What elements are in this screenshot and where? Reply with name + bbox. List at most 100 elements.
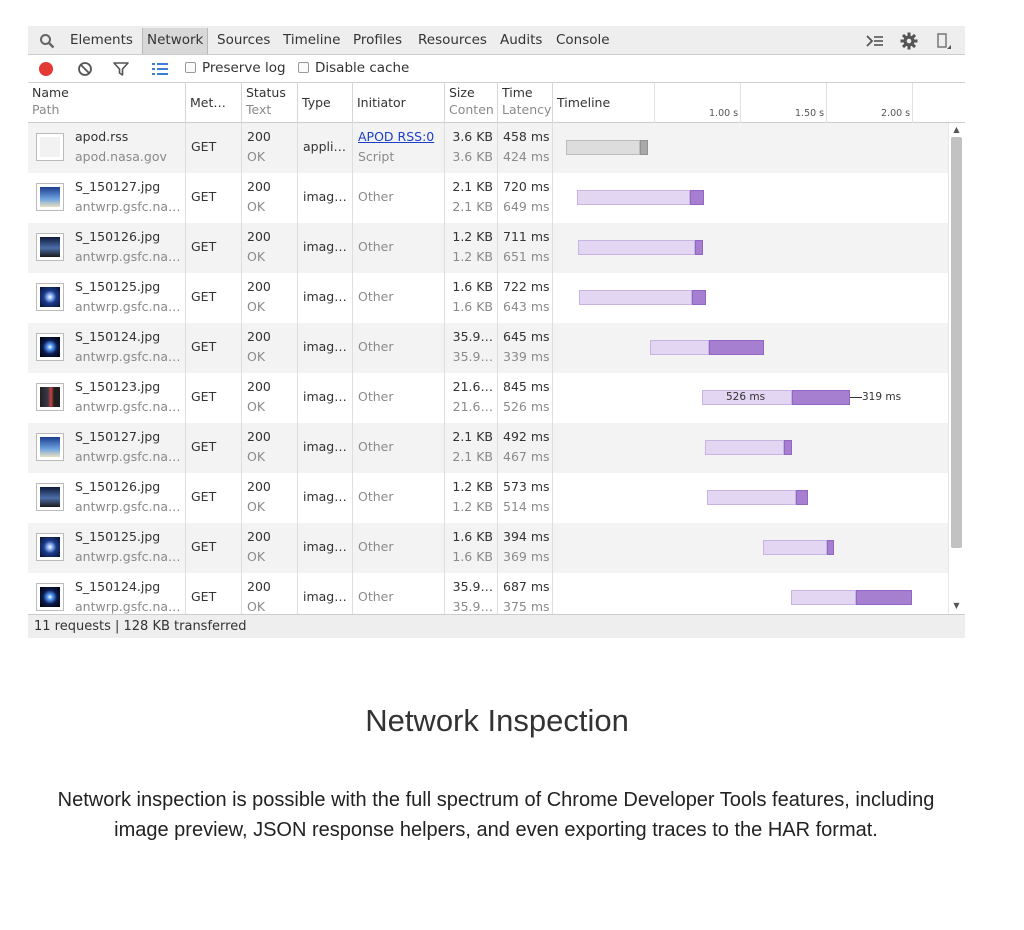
content-size: 3.6 KB (452, 149, 493, 164)
header-timeline-label: Timeline (557, 95, 611, 110)
clear-icon[interactable] (75, 59, 95, 79)
request-name[interactable]: S_150126.jpg (75, 229, 160, 244)
timeline-waiting-bar[interactable] (577, 190, 690, 205)
request-type: imag… (303, 389, 347, 404)
request-name[interactable]: S_150124.jpg (75, 579, 160, 594)
request-name[interactable]: apod.rss (75, 129, 128, 144)
table-row[interactable]: S_150123.jpg antwrp.gsfc.na… GET 200 OK imag…… (28, 373, 948, 423)
name-cell: S_150124.jpg antwrp.gsfc.na… (28, 573, 186, 614)
preserve-log-checkbox[interactable] (185, 62, 196, 73)
table-row[interactable]: S_150126.jpg antwrp.gsfc.na… GET 200 OK imag…… (28, 223, 948, 273)
initiator-link[interactable]: APOD RSS:0 (358, 129, 434, 144)
table-row[interactable]: S_150124.jpg antwrp.gsfc.na… GET 200 OK imag…… (28, 323, 948, 373)
tab-timeline[interactable]: Timeline (283, 32, 340, 48)
size-cell: 1.6 KB 1.6 KB (445, 273, 498, 323)
timeline-tick-label: 1.50 s (795, 108, 825, 119)
timeline-waiting-bar[interactable] (763, 540, 827, 555)
timeline-waiting-bar[interactable] (579, 290, 692, 305)
timeline-waiting-bar[interactable] (566, 140, 640, 155)
status-code: 200 (247, 129, 271, 144)
timeline-waiting-bar[interactable] (707, 490, 796, 505)
search-icon[interactable] (36, 30, 58, 52)
status-text: OK (247, 199, 266, 214)
table-row[interactable]: S_150126.jpg antwrp.gsfc.na… GET 200 OK imag…… (28, 473, 948, 523)
request-name[interactable]: S_150125.jpg (75, 529, 160, 544)
show-drawer-icon[interactable] (864, 30, 886, 52)
initiator-text: Other (358, 589, 394, 604)
tab-console[interactable]: Console (556, 32, 610, 48)
initiator-type: Script (358, 149, 395, 164)
initiator-text: Other (358, 239, 394, 254)
timeline-receiving-bar[interactable] (709, 340, 764, 355)
timeline-receiving-bar[interactable] (784, 440, 792, 455)
table-row[interactable]: S_150127.jpg antwrp.gsfc.na… GET 200 OK imag…… (28, 423, 948, 473)
timeline-waiting-bar[interactable] (705, 440, 784, 455)
timeline-receiving-bar[interactable] (695, 240, 703, 255)
request-name[interactable]: S_150125.jpg (75, 279, 160, 294)
timeline-receiving-bar[interactable] (692, 290, 706, 305)
tab-elements[interactable]: Elements (70, 32, 133, 48)
table-row[interactable]: S_150127.jpg antwrp.gsfc.na… GET 200 OK imag…… (28, 173, 948, 223)
header-name-label: Name (32, 85, 69, 100)
record-icon[interactable] (36, 59, 56, 79)
tab-profiles[interactable]: Profiles (353, 32, 402, 48)
timeline-receiving-bar[interactable] (856, 590, 912, 605)
timeline-waiting-bar[interactable] (650, 340, 709, 355)
column-header-name[interactable]: Name Path (28, 83, 186, 123)
table-row[interactable]: S_150125.jpg antwrp.gsfc.na… GET 200 OK imag…… (28, 273, 948, 323)
timeline-waiting-bar[interactable] (791, 590, 856, 605)
column-header-initiator[interactable]: Initiator (353, 83, 445, 123)
large-rows-icon[interactable] (150, 59, 170, 79)
timeline-receiving-bar[interactable] (690, 190, 704, 205)
scroll-up-arrow[interactable]: ▲ (951, 125, 962, 135)
transfer-size: 1.2 KB (452, 229, 493, 244)
request-time: 458 ms (503, 129, 550, 144)
content-size: 35.9… (452, 349, 493, 364)
request-name[interactable]: S_150126.jpg (75, 479, 160, 494)
name-cell: S_150127.jpg antwrp.gsfc.na… (28, 173, 186, 223)
column-header-type[interactable]: Type (298, 83, 353, 123)
initiator-text: Other (358, 539, 394, 554)
gear-icon[interactable] (898, 30, 920, 52)
tab-sources[interactable]: Sources (217, 32, 270, 48)
time-cell: 722 ms 643 ms (498, 273, 553, 323)
request-method: GET (191, 339, 217, 354)
tab-audits[interactable]: Audits (500, 32, 542, 48)
request-name[interactable]: S_150123.jpg (75, 379, 160, 394)
timeline-receiving-bar[interactable] (796, 490, 808, 505)
dock-side-icon[interactable] (932, 30, 954, 52)
method-cell: GET (186, 573, 242, 614)
request-name[interactable]: S_150124.jpg (75, 329, 160, 344)
filter-icon[interactable] (111, 59, 131, 79)
request-name[interactable]: S_150127.jpg (75, 179, 160, 194)
tab-resources[interactable]: Resources (418, 32, 487, 48)
disable-cache-checkbox[interactable] (298, 62, 309, 73)
tab-network[interactable]: Network (142, 28, 209, 54)
table-row[interactable]: S_150125.jpg antwrp.gsfc.na… GET 200 OK imag…… (28, 523, 948, 573)
thumbnail-image (40, 587, 60, 607)
table-row[interactable]: apod.rss apod.nasa.gov GET 200 OK appli… APOD … (28, 123, 948, 173)
status-text: OK (247, 549, 266, 564)
column-header-size[interactable]: Size Conten (445, 83, 498, 123)
name-cell: apod.rss apod.nasa.gov (28, 123, 186, 173)
timeline-receiving-bar[interactable] (792, 390, 850, 405)
column-header-method[interactable]: Met… (186, 83, 242, 123)
request-time: 492 ms (503, 429, 550, 444)
table-row[interactable]: S_150124.jpg antwrp.gsfc.na… GET 200 OK imag…… (28, 573, 948, 614)
status-code: 200 (247, 179, 271, 194)
content-size: 2.1 KB (452, 449, 493, 464)
status-text: OK (247, 399, 266, 414)
request-name[interactable]: S_150127.jpg (75, 429, 160, 444)
status-cell: 200 OK (242, 273, 298, 323)
timeline-receiving-bar[interactable] (827, 540, 834, 555)
column-header-time[interactable]: Time Latency (498, 83, 553, 123)
column-header-status[interactable]: Status Text (242, 83, 298, 123)
scroll-down-arrow[interactable]: ▼ (951, 601, 962, 611)
scrollbar-thumb[interactable] (951, 137, 962, 548)
timeline-receiving-bar[interactable] (640, 140, 648, 155)
timeline-waiting-bar[interactable] (578, 240, 695, 255)
transfer-size: 2.1 KB (452, 429, 493, 444)
transfer-size: 35.9… (452, 329, 493, 344)
initiator-text: Other (358, 389, 394, 404)
request-type: imag… (303, 439, 347, 454)
